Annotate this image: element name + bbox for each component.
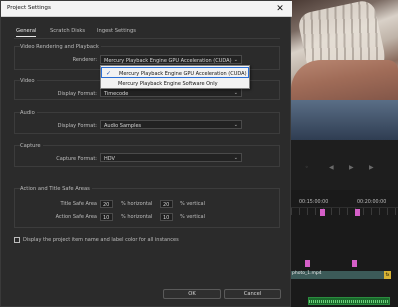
tab-scratch-disks[interactable]: Scratch Disks [50,28,85,37]
chevron-down-icon: ⌄ [233,155,238,161]
title-safe-vertical-input[interactable]: 20 [160,200,173,208]
renderer-value: Mercury Playback Engine GPU Acceleration… [104,57,232,64]
capture-format-label: Capture Format: [56,156,97,162]
title-safe-horizontal-input[interactable]: 20 [100,200,113,208]
clip-marker[interactable] [305,260,310,267]
tab-general[interactable]: General [16,28,37,37]
action-safe-horizontal-value: 10 [103,215,110,221]
transport-controls: ◦ ◀ ▶ ▶ [291,140,398,190]
section-safe-areas: Action and Title Safe Areas [14,186,280,228]
timeline-ruler [291,207,398,215]
display-item-name-label: Display the project item name and label … [23,237,179,243]
tab-strip: General Scratch Disks Ingest Settings [1,28,292,38]
marker-icon[interactable]: ◦ [305,164,309,171]
section-title: Action and Title Safe Areas [20,186,92,192]
section-title: Audio [20,110,37,116]
audio-display-format-dropdown[interactable]: Audio Samples ⌄ [100,120,242,129]
title-safe-horizontal-value: 20 [103,202,110,208]
title-safe-vertical-value: 20 [163,202,170,208]
preview-image-shirt [291,100,398,140]
action-safe-horizontal-input[interactable]: 10 [100,213,113,221]
cancel-button[interactable]: Cancel [224,289,281,299]
fx-badge[interactable]: fx [384,271,391,279]
play-icon[interactable]: ▶ [349,164,354,171]
clip-marker[interactable] [352,260,357,267]
capture-format-value: HDV [104,155,115,162]
step-forward-icon[interactable]: ▶ [369,164,374,171]
renderer-label: Renderer: [72,57,97,63]
section-title: Capture [20,143,43,149]
tab-ingest-settings[interactable]: Ingest Settings [97,28,136,37]
section-title: Video Rendering and Playback [20,44,101,50]
audio-display-format-value: Audio Samples [104,122,142,129]
vertical-unit: % vertical [180,201,205,207]
video-display-format-value: Timecode [104,90,129,97]
close-icon[interactable]: ✕ [274,3,286,15]
ok-button[interactable]: OK [163,289,221,299]
video-display-format-label: Display Format: [57,91,97,97]
vertical-unit: % vertical [180,214,205,220]
dialog-titlebar: Project Settings ✕ [1,1,292,17]
dialog-title: Project Settings [7,5,51,11]
action-safe-label: Action Safe Area [55,214,97,220]
chevron-down-icon: ⌄ [233,122,238,128]
horizontal-unit: % horizontal [121,214,153,220]
timeline-timecode-left: 00:15:00:00 [299,200,329,205]
timeline-marker[interactable] [320,209,325,216]
audio-display-format-label: Display Format: [57,123,97,129]
capture-format-dropdown[interactable]: HDV ⌄ [100,153,242,162]
video-clip-name: photo_1.mp4 [292,271,322,276]
checkmark-icon: ✓ [106,69,112,77]
renderer-option-software[interactable]: Mercury Playback Engine Software Only [101,78,249,89]
display-item-name-checkbox[interactable] [14,237,20,243]
chevron-down-icon: ⌄ [233,90,238,96]
project-settings-dialog: Project Settings ✕ General Scratch Disks… [0,0,292,307]
audio-waveform [309,300,389,303]
title-safe-label: Title Safe Area [60,201,97,207]
renderer-option-label: Mercury Playback Engine GPU Acceleration… [119,70,247,77]
renderer-dropdown-menu: ✓ Mercury Playback Engine GPU Accelerati… [100,65,250,89]
video-display-format-dropdown[interactable]: Timecode ⌄ [100,88,242,97]
tab-divider [14,38,280,39]
renderer-option-label: Mercury Playback Engine Software Only [118,80,218,87]
chevron-down-icon: ⌄ [233,57,238,63]
step-back-icon[interactable]: ◀ [329,164,334,171]
renderer-option-cuda[interactable]: ✓ Mercury Playback Engine GPU Accelerati… [101,67,249,78]
audio-clip[interactable] [308,297,390,305]
renderer-dropdown[interactable]: Mercury Playback Engine GPU Acceleration… [100,55,242,64]
action-safe-vertical-input[interactable]: 10 [160,213,173,221]
program-monitor-preview [291,0,398,140]
timeline-timecode-right: 00:20:00:00 [357,200,387,205]
timeline-marker[interactable] [355,209,360,216]
horizontal-unit: % horizontal [121,201,153,207]
section-title: Video [20,78,37,84]
action-safe-vertical-value: 10 [163,215,170,221]
